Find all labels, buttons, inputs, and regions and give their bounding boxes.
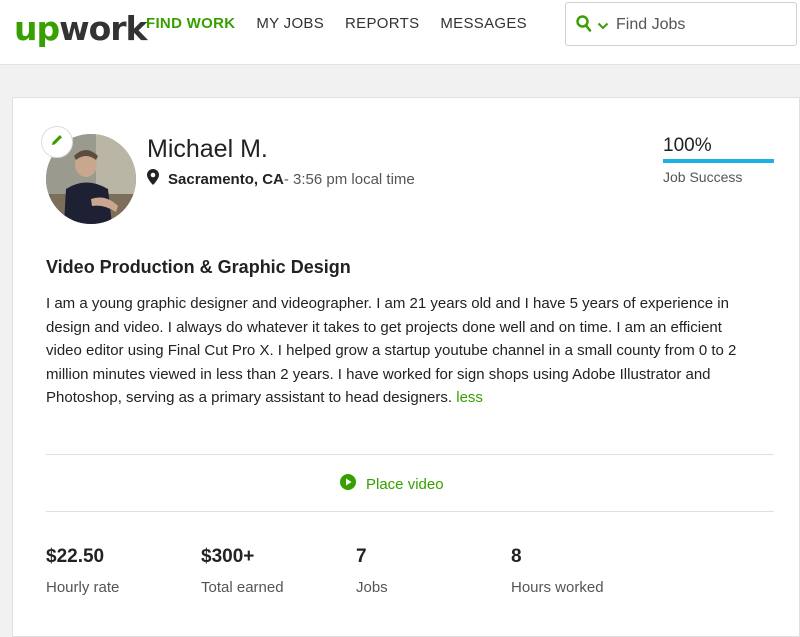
local-time: - 3:56 pm local time <box>283 170 415 188</box>
job-success-percent: 100% <box>663 135 712 156</box>
stat-label: Hours worked <box>511 579 604 596</box>
stat-jobs: 7 Jobs <box>356 546 388 596</box>
stat-hours-worked: 8 Hours worked <box>511 546 604 596</box>
place-video-label: Place video <box>366 475 444 493</box>
chevron-down-icon[interactable] <box>597 18 609 36</box>
stat-total-earned: $300+ Total earned <box>201 546 284 596</box>
description-text: I am a young graphic designer and videog… <box>46 295 737 406</box>
stat-label: Hourly rate <box>46 579 120 596</box>
stat-label: Total earned <box>201 579 284 596</box>
nav-reports[interactable]: REPORTS <box>345 15 419 32</box>
job-success-label: Job Success <box>663 169 743 185</box>
stat-value: 8 <box>511 546 522 567</box>
stat-label: Jobs <box>356 579 388 596</box>
stat-value: 7 <box>356 546 367 567</box>
nav-find-work[interactable]: FIND WORK <box>146 15 235 32</box>
edit-photo-button[interactable] <box>41 126 73 158</box>
job-success-fill <box>663 159 774 163</box>
location-pin-icon <box>147 169 159 189</box>
profile-card: Michael M. Sacramento, CA - 3:56 pm loca… <box>12 97 800 637</box>
main-nav: FIND WORK MY JOBS REPORTS MESSAGES <box>146 15 548 32</box>
stat-hourly-rate: $22.50 Hourly rate <box>46 546 119 596</box>
top-header: up work FIND WORK MY JOBS REPORTS MESSAGE… <box>0 0 800 65</box>
logo-work: work <box>59 9 147 48</box>
divider <box>46 454 774 455</box>
search-icon[interactable] <box>576 15 592 38</box>
nav-messages[interactable]: MESSAGES <box>440 15 527 32</box>
freelancer-name: Michael M. <box>147 135 268 163</box>
divider <box>46 511 774 512</box>
stat-value: $22.50 <box>46 546 105 567</box>
less-link[interactable]: less <box>456 389 483 406</box>
profile-title: Video Production & Graphic Design <box>46 257 351 277</box>
logo-up: up <box>14 9 60 48</box>
location-city: Sacramento, CA <box>168 170 284 188</box>
pencil-icon <box>50 133 64 152</box>
place-video-button[interactable]: Place video <box>340 474 444 494</box>
search-box <box>565 2 797 46</box>
nav-my-jobs[interactable]: MY JOBS <box>256 15 324 32</box>
play-circle-icon <box>340 474 366 494</box>
stat-value: $300+ <box>201 546 255 567</box>
upwork-logo[interactable]: up work <box>14 4 148 48</box>
search-input[interactable] <box>616 13 786 37</box>
location: Sacramento, CA - 3:56 pm local time <box>147 169 415 189</box>
profile-description: I am a young graphic designer and videog… <box>46 292 756 410</box>
job-success-bar <box>663 159 774 163</box>
